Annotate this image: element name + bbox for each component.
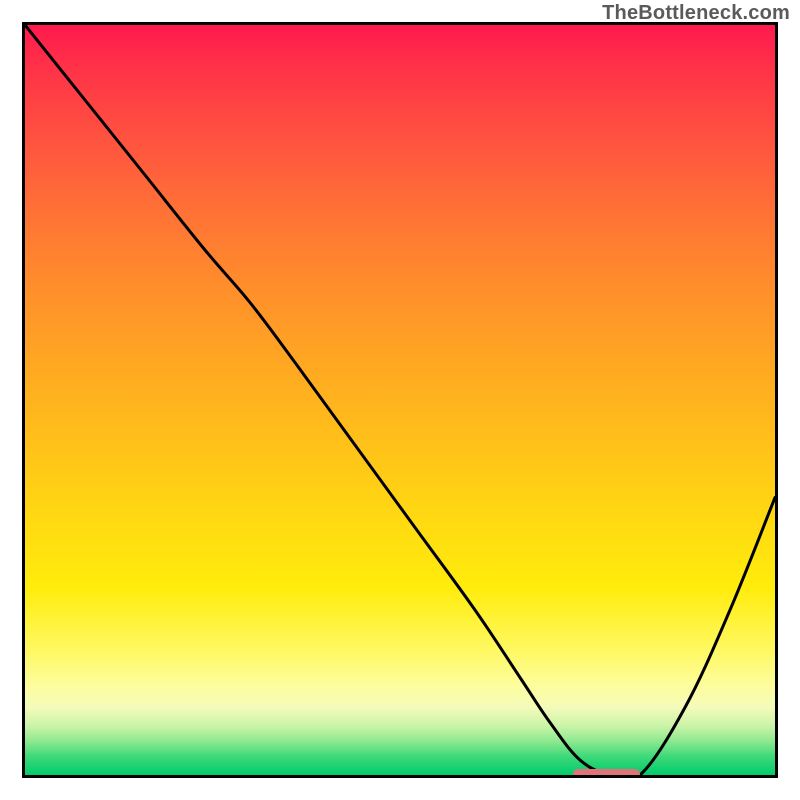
plot-area — [22, 22, 778, 778]
chart-container: TheBottleneck.com — [0, 0, 800, 800]
bottleneck-curve — [25, 25, 775, 775]
watermark-text: TheBottleneck.com — [602, 2, 790, 25]
optimum-marker — [573, 769, 641, 778]
